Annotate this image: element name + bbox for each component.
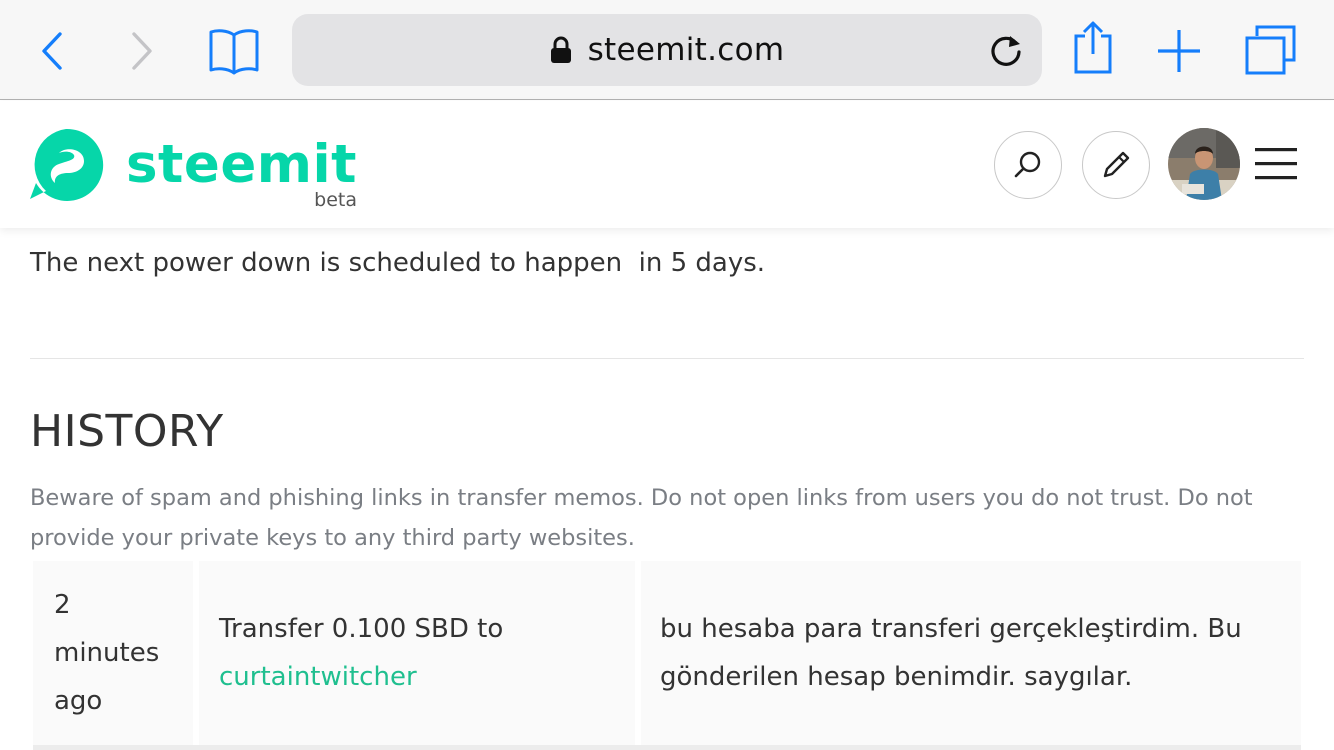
brand-wordmark: steemit beta [126, 127, 357, 211]
forward-icon[interactable] [122, 28, 162, 74]
time-unit: minutes [54, 638, 160, 668]
back-icon[interactable] [32, 28, 72, 74]
history-time-cell: 2 minutes ago [33, 561, 193, 745]
url-display: steemit.com [292, 14, 1042, 86]
new-tab-icon[interactable] [1154, 26, 1204, 76]
write-post-button[interactable] [1082, 131, 1150, 199]
steemit-logo[interactable]: steemit beta [28, 127, 357, 211]
search-icon [1014, 151, 1041, 178]
history-table: 2 minutes ago Transfer 0.100 SBD to curt… [33, 561, 1301, 750]
tabs-icon[interactable] [1242, 24, 1298, 76]
hamburger-menu-icon[interactable] [1254, 146, 1298, 182]
steemit-logo-icon [30, 128, 104, 201]
table-row-border [33, 745, 1301, 750]
history-memo-cell: bu hesaba para transferi gerçekleştirdim… [641, 561, 1301, 745]
brand-beta-tag: beta [314, 189, 358, 211]
recipient-link[interactable]: curtaintwitcher [219, 653, 635, 701]
phishing-warning: Beware of spam and phishing links in tra… [30, 485, 1253, 551]
avatar[interactable] [1168, 128, 1240, 200]
user-avatar-image [1168, 128, 1240, 200]
browser-toolbar: steemit.com [0, 0, 1334, 100]
pencil-icon [1103, 151, 1130, 178]
lock-icon [550, 36, 572, 64]
history-heading: HISTORY [30, 406, 224, 457]
site-header: steemit beta [0, 101, 1334, 228]
section-divider [30, 358, 1304, 359]
transfer-description: Transfer 0.100 SBD to [219, 614, 504, 644]
reload-icon[interactable] [988, 32, 1024, 68]
time-number: 2 [54, 590, 71, 620]
transfer-memo: bu hesaba para transferi gerçekleştirdim… [660, 614, 1242, 692]
share-icon[interactable] [1070, 20, 1116, 76]
search-button[interactable] [994, 131, 1062, 199]
url-field[interactable]: steemit.com [292, 14, 1042, 86]
history-action-cell: Transfer 0.100 SBD to curtaintwitcher [199, 561, 635, 745]
power-down-notice: The next power down is scheduled to happ… [30, 248, 766, 278]
time-suffix: ago [54, 686, 103, 716]
bookmarks-icon[interactable] [204, 26, 264, 76]
url-text: steemit.com [587, 32, 785, 68]
